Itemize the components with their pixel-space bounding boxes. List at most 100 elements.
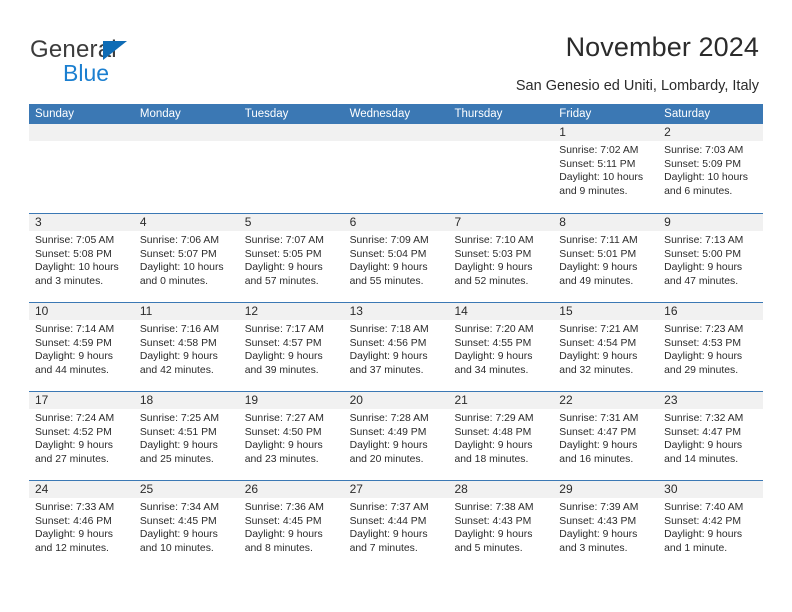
sunrise-text: Sunrise: 7:13 AM — [664, 235, 744, 246]
daylight-text-line2: and 5 minutes. — [454, 542, 523, 554]
sunset-text: Sunset: 4:42 PM — [664, 515, 741, 527]
weekday-header-tuesday: Tuesday — [244, 108, 289, 120]
weekday-header-wednesday: Wednesday — [349, 108, 411, 120]
sunrise-text: Sunrise: 7:32 AM — [664, 413, 744, 424]
calendar-day-cell[interactable]: 30 Sunrise: 7:40 AM Sunset: 4:42 PM Dayligh… — [658, 481, 763, 569]
calendar-day-cell[interactable]: 16 Sunrise: 7:23 AM Sunset: 4:53 PM Dayligh… — [658, 303, 763, 391]
daylight-text-line1: Daylight: 9 hours — [454, 351, 533, 363]
calendar-day-cell[interactable]: 6 Sunrise: 7:09 AM Sunset: 5:04 PM Daylight… — [344, 214, 449, 302]
sunrise-text: Sunrise: 7:29 AM — [454, 413, 534, 424]
calendar-day-cell[interactable]: 25 Sunrise: 7:34 AM Sunset: 4:45 PM Dayligh… — [134, 481, 239, 569]
calendar-day-cell[interactable]: 20 Sunrise: 7:28 AM Sunset: 4:49 PM Dayligh… — [344, 392, 449, 480]
daylight-text-line2: and 57 minutes. — [244, 275, 319, 287]
page-header: General Blue November 2024 San Genesio e… — [0, 0, 792, 100]
sunset-text: Sunset: 4:45 PM — [244, 515, 322, 527]
sunrise-text: Sunrise: 7:05 AM — [35, 235, 115, 246]
daylight-text-line1: Daylight: 9 hours — [559, 529, 638, 541]
day-detail-lines: Sunrise: 7:13 AM Sunset: 5:00 PM Daylight:… — [664, 234, 760, 288]
sunset-text: Sunset: 4:43 PM — [559, 515, 637, 527]
calendar-day-cell[interactable]: 12 Sunrise: 7:17 AM Sunset: 4:57 PM Dayligh… — [239, 303, 344, 391]
sunset-text: Sunset: 4:50 PM — [244, 426, 322, 438]
sunset-text: Sunset: 4:52 PM — [35, 426, 112, 438]
daylight-text-line2: and 29 minutes. — [664, 364, 739, 376]
daylight-text-line1: Daylight: 9 hours — [244, 351, 323, 363]
calendar-day-cell[interactable]: 13 Sunrise: 7:18 AM Sunset: 4:56 PM Dayligh… — [344, 303, 449, 391]
calendar-day-cell[interactable]: 23 Sunrise: 7:32 AM Sunset: 4:47 PM Dayligh… — [658, 392, 763, 480]
calendar-day-cell[interactable]: 11 Sunrise: 7:16 AM Sunset: 4:58 PM Dayligh… — [134, 303, 239, 391]
general-blue-logo: General Blue — [30, 36, 260, 86]
calendar-day-cell[interactable]: 18 Sunrise: 7:25 AM Sunset: 4:51 PM Dayligh… — [134, 392, 239, 480]
daylight-text-line1: Daylight: 9 hours — [454, 262, 533, 274]
calendar-day-cell[interactable]: 24 Sunrise: 7:33 AM Sunset: 4:46 PM Dayligh… — [29, 481, 134, 569]
sunrise-text: Sunrise: 7:20 AM — [454, 324, 534, 335]
sunrise-text: Sunrise: 7:07 AM — [244, 235, 324, 246]
day-number: 23 — [664, 393, 678, 407]
daylight-text-line2: and 27 minutes. — [35, 453, 109, 465]
day-detail-lines: Sunrise: 7:07 AM Sunset: 5:05 PM Daylight:… — [245, 234, 341, 288]
day-number: 29 — [559, 482, 573, 496]
calendar-day-cell[interactable]: 8 Sunrise: 7:11 AM Sunset: 5:01 PM Daylight… — [553, 214, 658, 302]
calendar-day-cell[interactable]: 28 Sunrise: 7:38 AM Sunset: 4:43 PM Dayligh… — [448, 481, 553, 569]
calendar-day-cell[interactable]: 2 Sunrise: 7:03 AM Sunset: 5:09 PM Daylight… — [658, 124, 763, 213]
weekday-header-sunday: Sunday — [35, 108, 75, 120]
daylight-text-line2: and 39 minutes. — [244, 364, 319, 376]
day-detail-lines: Sunrise: 7:25 AM Sunset: 4:51 PM Daylight:… — [140, 412, 236, 466]
calendar-day-cell[interactable]: 14 Sunrise: 7:20 AM Sunset: 4:55 PM Dayligh… — [448, 303, 553, 391]
calendar-day-cell[interactable]: 7 Sunrise: 7:10 AM Sunset: 5:03 PM Daylight… — [448, 214, 553, 302]
sunrise-text: Sunrise: 7:11 AM — [559, 235, 638, 246]
weekday-header-saturday: Saturday — [664, 108, 711, 120]
sunset-text: Sunset: 4:43 PM — [454, 515, 532, 527]
daylight-text-line1: Daylight: 9 hours — [349, 262, 428, 274]
calendar-week-row: 17 Sunrise: 7:24 AM Sunset: 4:52 PM Dayligh… — [29, 391, 763, 480]
day-detail-lines: Sunrise: 7:27 AM Sunset: 4:50 PM Daylight:… — [245, 412, 341, 466]
calendar-day-cell[interactable]: 10 Sunrise: 7:14 AM Sunset: 4:59 PM Dayligh… — [29, 303, 134, 391]
daylight-text-line1: Daylight: 9 hours — [559, 351, 638, 363]
daylight-text-line1: Daylight: 9 hours — [139, 351, 218, 363]
sunrise-text: Sunrise: 7:27 AM — [244, 413, 324, 424]
sunset-text: Sunset: 4:51 PM — [139, 426, 217, 438]
week-cells: 10 Sunrise: 7:14 AM Sunset: 4:59 PM Dayligh… — [29, 303, 763, 391]
day-detail-lines: Sunrise: 7:33 AM Sunset: 4:46 PM Daylight:… — [35, 501, 131, 555]
day-detail-lines: Sunrise: 7:29 AM Sunset: 4:48 PM Daylight:… — [454, 412, 550, 466]
daylight-text-line2: and 1 minute. — [664, 542, 728, 554]
day-number: 22 — [559, 393, 573, 407]
calendar-day-cell[interactable]: 4 Sunrise: 7:06 AM Sunset: 5:07 PM Daylight… — [134, 214, 239, 302]
daylight-text-line2: and 8 minutes. — [244, 542, 313, 554]
calendar-day-cell[interactable]: 17 Sunrise: 7:24 AM Sunset: 4:52 PM Dayligh… — [29, 392, 134, 480]
logo-triangle-icon — [103, 41, 127, 60]
week-cells: 24 Sunrise: 7:33 AM Sunset: 4:46 PM Dayligh… — [29, 481, 763, 569]
sunset-text: Sunset: 5:07 PM — [139, 248, 217, 260]
sunrise-text: Sunrise: 7:06 AM — [139, 235, 219, 246]
calendar-page: General Blue November 2024 San Genesio e… — [0, 0, 792, 612]
day-detail-lines: Sunrise: 7:18 AM Sunset: 4:56 PM Daylight:… — [350, 323, 446, 377]
calendar-day-cell[interactable]: 27 Sunrise: 7:37 AM Sunset: 4:44 PM Dayligh… — [344, 481, 449, 569]
calendar-day-cell[interactable]: 1 Sunrise: 7:02 AM Sunset: 5:11 PM Daylight… — [553, 124, 658, 213]
calendar-day-cell[interactable]: 9 Sunrise: 7:13 AM Sunset: 5:00 PM Daylight… — [658, 214, 763, 302]
daylight-text-line1: Daylight: 9 hours — [559, 440, 638, 452]
sunset-text: Sunset: 5:08 PM — [35, 248, 112, 260]
day-number: 2 — [664, 125, 671, 139]
sunrise-text: Sunrise: 7:18 AM — [349, 324, 429, 335]
calendar-day-cell[interactable]: 15 Sunrise: 7:21 AM Sunset: 4:54 PM Dayligh… — [553, 303, 658, 391]
calendar-day-cell[interactable]: 21 Sunrise: 7:29 AM Sunset: 4:48 PM Dayligh… — [448, 392, 553, 480]
calendar-day-cell[interactable]: 3 Sunrise: 7:05 AM Sunset: 5:08 PM Daylight… — [29, 214, 134, 302]
day-detail-lines: Sunrise: 7:24 AM Sunset: 4:52 PM Daylight:… — [35, 412, 131, 466]
calendar-day-cell[interactable]: 22 Sunrise: 7:31 AM Sunset: 4:47 PM Dayligh… — [553, 392, 658, 480]
day-detail-lines: Sunrise: 7:34 AM Sunset: 4:45 PM Daylight:… — [140, 501, 236, 555]
sunrise-text: Sunrise: 7:25 AM — [139, 413, 219, 424]
day-detail-lines: Sunrise: 7:14 AM Sunset: 4:59 PM Daylight:… — [35, 323, 131, 377]
day-number: 17 — [35, 393, 49, 407]
calendar-day-cell[interactable]: 26 Sunrise: 7:36 AM Sunset: 4:45 PM Dayligh… — [239, 481, 344, 569]
daylight-text-line2: and 6 minutes. — [664, 185, 733, 197]
sunset-text: Sunset: 4:55 PM — [454, 337, 532, 349]
daylight-text-line2: and 9 minutes. — [559, 185, 628, 197]
sunset-text: Sunset: 4:57 PM — [244, 337, 322, 349]
daylight-text-line1: Daylight: 10 hours — [664, 172, 748, 184]
calendar-day-cell[interactable]: 29 Sunrise: 7:39 AM Sunset: 4:43 PM Dayligh… — [553, 481, 658, 569]
calendar-day-cell[interactable]: 5 Sunrise: 7:07 AM Sunset: 5:05 PM Daylight… — [239, 214, 344, 302]
calendar-day-cell[interactable]: 19 Sunrise: 7:27 AM Sunset: 4:50 PM Dayligh… — [239, 392, 344, 480]
day-number: 14 — [454, 304, 468, 318]
sunrise-text: Sunrise: 7:28 AM — [349, 413, 429, 424]
daylight-text-line1: Daylight: 10 hours — [139, 262, 224, 274]
daylight-text-line1: Daylight: 9 hours — [349, 440, 428, 452]
